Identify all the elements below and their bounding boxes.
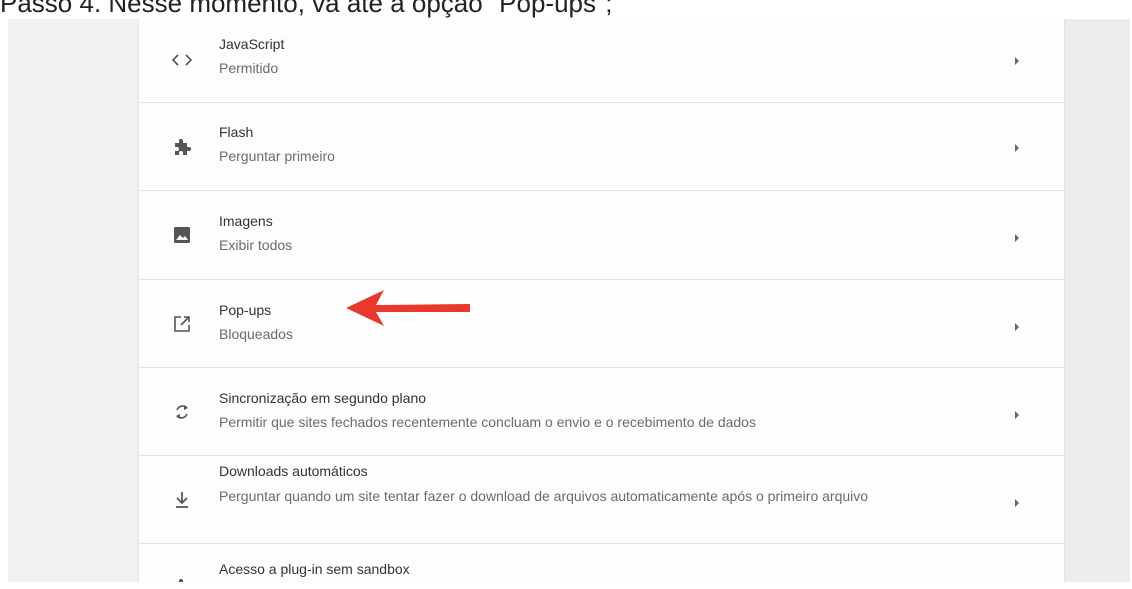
setting-subtitle: Exibir todos: [219, 237, 293, 253]
sync-icon: [171, 401, 193, 423]
setting-subtitle: Perguntar quando um site tentar fazer o …: [219, 488, 869, 504]
setting-subtitle: Perguntar primeiro: [219, 148, 335, 164]
puzzle-icon: [171, 136, 193, 158]
setting-title: Flash: [219, 124, 254, 140]
download-icon: [171, 489, 193, 511]
instruction-caption: Passo 4. Nesse momento, vá até a opção "…: [0, 0, 613, 18]
setting-title: Pop-ups: [219, 302, 272, 318]
chevron-right-icon[interactable]: [1013, 410, 1021, 420]
image-icon: [171, 224, 193, 246]
chevron-right-icon[interactable]: [1013, 233, 1021, 243]
setting-row-images[interactable]: Imagens Exibir todos: [139, 191, 1064, 280]
setting-subtitle: Permitido: [219, 60, 279, 76]
setting-row-background-sync[interactable]: Sincronização em segundo plano Permitir …: [139, 368, 1064, 456]
setting-title: Downloads automáticos: [219, 463, 368, 479]
setting-row-automatic-downloads[interactable]: Downloads automáticos Perguntar quando u…: [139, 456, 1064, 544]
right-margin: [1064, 19, 1130, 582]
chevron-right-icon[interactable]: [1013, 498, 1021, 508]
left-margin: [8, 19, 139, 582]
setting-row-unsandboxed-plugin[interactable]: Acesso a plug-in sem sandbox: [139, 544, 1064, 582]
chevron-right-icon[interactable]: [1013, 143, 1021, 153]
setting-title: Imagens: [219, 213, 273, 229]
chevron-right-icon[interactable]: [1013, 322, 1021, 332]
setting-subtitle: Bloqueados: [219, 326, 293, 342]
chevron-right-icon[interactable]: [1013, 56, 1021, 66]
setting-subtitle: Permitir que sites fechados recentemente…: [219, 414, 756, 430]
setting-row-javascript[interactable]: JavaScript Permitido: [139, 19, 1064, 103]
code-icon: [171, 49, 193, 71]
setting-row-flash[interactable]: Flash Perguntar primeiro: [139, 103, 1064, 191]
setting-title: Acesso a plug-in sem sandbox: [219, 561, 410, 577]
setting-title: Sincronização em segundo plano: [219, 390, 427, 406]
setting-row-popups[interactable]: Pop-ups Bloqueados: [139, 280, 1064, 368]
open-in-new-icon: [171, 313, 193, 335]
annotation-arrow-icon: [346, 290, 470, 326]
setting-title: JavaScript: [219, 36, 285, 52]
browser-settings-screenshot: JavaScript Permitido Flash Perguntar pri…: [8, 19, 1130, 582]
content-settings-card: JavaScript Permitido Flash Perguntar pri…: [139, 19, 1064, 582]
bottom-margin: [0, 582, 1132, 589]
